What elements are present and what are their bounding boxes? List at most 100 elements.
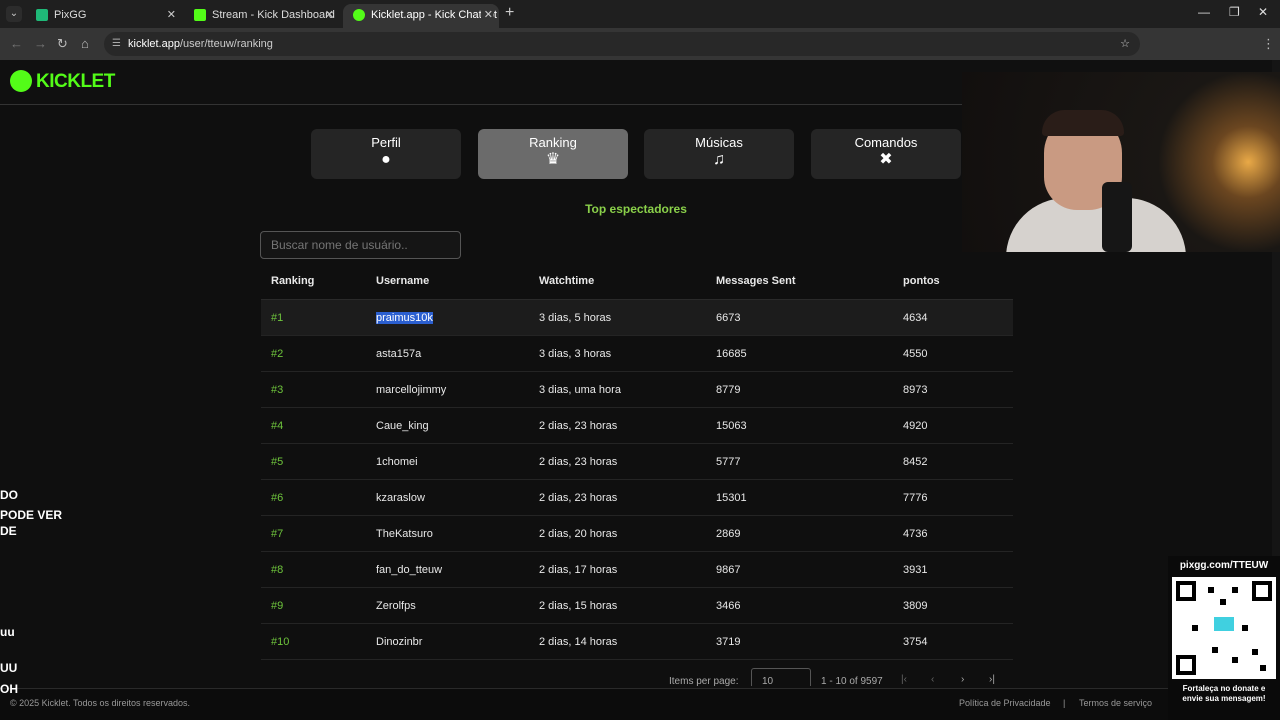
table-row[interactable]: #7 TheKatsuro 2 dias, 20 horas 2869 4736 [261,516,1013,552]
browser-menu-icon[interactable]: ⋮ [1262,36,1275,52]
qr-center-logo [1214,617,1234,631]
prev-page-icon[interactable]: ‹ [931,674,934,685]
kicklet-logo-icon[interactable] [10,70,32,92]
reload-icon[interactable]: ↻ [57,36,68,52]
rank-cell: #5 [271,456,284,468]
qr-module [1192,625,1198,631]
first-page-icon[interactable]: |‹ [901,674,907,685]
bookmark-star-icon[interactable]: ☆ [1120,32,1130,56]
nav-ranking[interactable]: Ranking ♛ [478,129,628,179]
table-header: Ranking Username Watchtime Messages Sent… [261,262,1013,300]
nav-perfil[interactable]: Perfil ● [311,129,461,179]
tab-search-button[interactable]: ⌄ [6,6,22,22]
url-field[interactable]: ☰ kicklet.app/user/tteuw/ranking ☆ [104,32,1140,56]
last-page-icon[interactable]: ›| [989,674,995,685]
close-tab-icon[interactable]: ✕ [480,4,493,26]
username-cell[interactable]: TheKatsuro [376,516,433,552]
url-path: /user/tteuw/ranking [179,38,273,50]
pager-range: 1 - 10 of 9597 [821,676,883,686]
rank-cell: #4 [271,420,284,432]
rank-cell: #7 [271,528,284,540]
points-cell: 3809 [903,600,928,612]
overlay-text: UU [0,661,18,675]
username-cell[interactable]: fan_do_tteuw [376,552,442,588]
table-row[interactable]: #10 Dinozinbr 2 dias, 14 horas 3719 3754 [261,624,1013,660]
items-per-page-select[interactable]: 10 [751,668,811,686]
table-pager: Items per page: 10 1 - 10 of 9597 |‹ ‹ ›… [261,666,1013,686]
table-row[interactable]: #2 asta157a 3 dias, 3 horas 16685 4550 [261,336,1013,372]
username-cell[interactable]: Caue_king [376,408,429,444]
search-username-input[interactable] [260,231,461,259]
table-row[interactable]: #8 fan_do_tteuw 2 dias, 17 horas 9867 39… [261,552,1013,588]
next-page-icon[interactable]: › [961,674,964,685]
points-cell: 4736 [903,528,928,540]
minimize-icon[interactable]: — [1198,5,1210,19]
donation-qr-overlay: pixgg.com/TTEUW Fortaleça no donate e en… [1168,556,1280,720]
table-row[interactable]: #5 1chomei 2 dias, 23 horas 5777 8452 [261,444,1013,480]
terms-link[interactable]: Termos de serviço [1079,698,1152,708]
table-row[interactable]: #1 praimus10k 3 dias, 5 horas 6673 4634 [261,300,1013,336]
url-domain: kicklet.app [128,38,180,50]
footer-separator: | [1063,698,1066,708]
webcam-person-hair [1042,110,1124,136]
username-cell[interactable]: Dinozinbr [376,624,422,660]
kicklet-favicon-icon [353,9,365,21]
forward-icon[interactable]: → [34,36,47,51]
table-row[interactable]: #4 Caue_king 2 dias, 23 horas 15063 4920 [261,408,1013,444]
qr-module [1212,647,1218,653]
qr-title: pixgg.com/TTEUW [1179,560,1269,571]
points-cell: 8973 [903,384,928,396]
nav-comandos[interactable]: Comandos ✖ [811,129,961,179]
username-cell[interactable]: kzaraslow [376,480,425,516]
watchtime-cell: 2 dias, 20 horas [539,528,618,540]
address-bar-row: ← → ↻ ⌂ ☰ kicklet.app/user/tteuw/ranking… [0,28,1280,78]
qr-cta-line: envie sua mensagem! [1182,694,1266,703]
watchtime-cell: 3 dias, uma hora [539,384,621,396]
header-ranking: Ranking [271,275,315,287]
restore-icon[interactable]: ❐ [1229,5,1240,19]
tab-kick-dashboard[interactable]: Stream - Kick Dashboard ✕ [184,4,340,28]
username-cell[interactable]: praimus10k [376,300,433,336]
close-tab-icon[interactable]: ✕ [167,4,176,26]
tab-kicklet[interactable]: Kicklet.app - Kick Chatbot and ✕ [343,4,499,28]
username-cell[interactable]: 1chomei [376,444,418,480]
selected-username[interactable]: praimus10k [376,312,433,324]
site-info-icon[interactable]: ☰ [112,32,121,56]
overlay-text: DE [0,524,17,538]
trophy-icon: ♛ [545,151,561,168]
qr-code-icon [1172,577,1276,679]
username-cell[interactable]: marcellojimmy [376,372,446,408]
privacy-link[interactable]: Política de Privacidade [959,698,1051,708]
nav-label: Comandos [854,135,918,150]
pixgg-favicon-icon [36,9,48,21]
nav-musicas[interactable]: Músicas ♫ [644,129,794,179]
messages-cell: 8779 [716,384,741,396]
header-pontos: pontos [903,275,940,287]
back-icon[interactable]: ← [10,36,23,51]
messages-cell: 3719 [716,636,741,648]
table-row[interactable]: #3 marcellojimmy 3 dias, uma hora 8779 8… [261,372,1013,408]
tab-pixgg[interactable]: PixGG ✕ [26,4,182,28]
new-tab-icon[interactable]: + [505,4,514,22]
tab-title: Stream - Kick Dashboard [212,9,335,21]
points-cell: 4634 [903,312,928,324]
qr-cta-line: Fortaleça no donate e [1182,684,1266,693]
footer-copyright: © 2025 Kicklet. Todos os direitos reserv… [10,698,191,708]
username-cell[interactable]: asta157a [376,336,421,372]
watchtime-cell: 2 dias, 14 horas [539,636,618,648]
home-icon[interactable]: ⌂ [81,36,89,51]
table-row[interactable]: #6 kzaraslow 2 dias, 23 horas 15301 7776 [261,480,1013,516]
username-cell[interactable]: Zerolfps [376,588,416,624]
close-tab-icon[interactable]: ✕ [325,4,334,26]
messages-cell: 9867 [716,564,741,576]
kicklet-logo[interactable]: KICKLET [36,71,115,93]
overlay-text: OH [0,682,18,696]
messages-cell: 5777 [716,456,741,468]
overlay-text: PODE VER [0,508,63,522]
kick-favicon-icon [194,9,206,21]
nav-label: Perfil [371,135,401,150]
table-row[interactable]: #9 Zerolfps 2 dias, 15 horas 3466 3809 [261,588,1013,624]
browser-tab-bar: ⌄ PixGG ✕ Stream - Kick Dashboard ✕ Kick… [0,0,1280,28]
close-window-icon[interactable]: ✕ [1258,5,1268,19]
microphone-icon [1102,182,1132,252]
